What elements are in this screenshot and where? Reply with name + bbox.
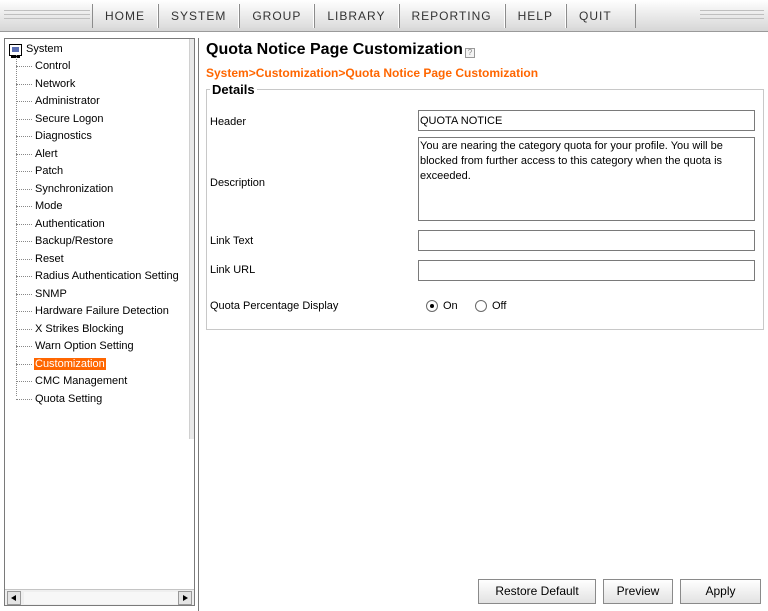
tree-item-cmc-management[interactable]: CMC Management [5, 373, 190, 391]
tree-item-warn-option-setting[interactable]: Warn Option Setting [5, 338, 190, 356]
scroll-left-arrow-icon[interactable] [7, 591, 21, 605]
tree-item-customization[interactable]: Customization [5, 356, 190, 374]
computer-icon [9, 43, 22, 58]
link-text-label: Link Text [210, 235, 254, 247]
tree-item-diagnostics[interactable]: Diagnostics [5, 128, 190, 146]
preview-button[interactable]: Preview [603, 579, 673, 604]
quota-display-on-radio[interactable] [426, 300, 438, 312]
quota-display-off-label: Off [492, 300, 507, 312]
description-textarea[interactable]: You are nearing the category quota for y… [418, 137, 755, 221]
quota-display-off-radio[interactable] [475, 300, 487, 312]
main-menu: HOME SYSTEM GROUP LIBRARY REPORTING HELP… [92, 4, 636, 28]
tree-item-mode[interactable]: Mode [5, 198, 190, 216]
scrollbar-thumb[interactable] [24, 592, 178, 604]
menu-help[interactable]: HELP [504, 4, 566, 28]
breadcrumb: System>Customization>Quota Notice Page C… [206, 66, 539, 80]
details-legend: Details [210, 82, 257, 97]
menubar-decoration-right [700, 10, 764, 22]
quota-display-label: Quota Percentage Display [210, 300, 339, 312]
tree-item-secure-logon[interactable]: Secure Logon [5, 111, 190, 129]
quota-display-off-option[interactable]: Off [475, 300, 506, 312]
scroll-right-arrow-icon[interactable] [178, 591, 192, 605]
quota-display-on-label: On [443, 300, 458, 312]
tree-item-control[interactable]: Control [5, 58, 190, 76]
menu-home[interactable]: HOME [92, 4, 158, 28]
tree-item-x-strikes-blocking[interactable]: X Strikes Blocking [5, 321, 190, 339]
tree-item-authentication[interactable]: Authentication [5, 216, 190, 234]
link-text-input[interactable] [418, 230, 755, 251]
restore-default-button[interactable]: Restore Default [478, 579, 596, 604]
menu-reporting[interactable]: REPORTING [398, 4, 505, 28]
page-title-wrap: Quota Notice Page Customization? [206, 41, 475, 59]
tree-item-synchronization[interactable]: Synchronization [5, 181, 190, 199]
header-input[interactable] [418, 110, 755, 131]
menubar-decoration-left [4, 10, 90, 22]
tree-vertical-scrollbar[interactable] [189, 39, 194, 439]
main-content: Quota Notice Page Customization? System>… [198, 38, 768, 611]
description-label: Description [210, 177, 266, 189]
link-url-input[interactable] [418, 260, 755, 281]
page-title: Quota Notice Page Customization [206, 41, 463, 58]
menu-group[interactable]: GROUP [239, 4, 315, 28]
menu-quit[interactable]: QUIT [565, 4, 636, 28]
tree-root-label: System [26, 43, 63, 55]
apply-button[interactable]: Apply [680, 579, 761, 604]
quota-display-on-option[interactable]: On [426, 300, 458, 312]
link-url-label: Link URL [210, 264, 256, 276]
menu-system[interactable]: SYSTEM [158, 4, 240, 28]
tree-root-system[interactable]: System [5, 41, 190, 58]
tree-horizontal-scrollbar[interactable] [5, 589, 194, 605]
help-icon[interactable]: ? [464, 48, 475, 58]
tree-item-quota-setting[interactable]: Quota Setting [5, 391, 190, 409]
tree-item-reset[interactable]: Reset [5, 251, 190, 269]
menu-library[interactable]: LIBRARY [314, 4, 399, 28]
tree-item-snmp[interactable]: SNMP [5, 286, 190, 304]
navigation-tree: System Control Network Administrator Sec… [5, 41, 190, 408]
tree-item-alert[interactable]: Alert [5, 146, 190, 164]
header-label: Header [210, 116, 247, 128]
tree-item-hardware-failure-detection[interactable]: Hardware Failure Detection [5, 303, 190, 321]
navigation-tree-panel: System Control Network Administrator Sec… [4, 38, 195, 606]
tree-item-administrator[interactable]: Administrator [5, 93, 190, 111]
tree-item-radius-authentication[interactable]: Radius Authentication Setting [5, 268, 190, 286]
top-menu-bar: HOME SYSTEM GROUP LIBRARY REPORTING HELP… [0, 0, 768, 32]
tree-item-backup-restore[interactable]: Backup/Restore [5, 233, 190, 251]
tree-item-network[interactable]: Network [5, 76, 190, 94]
tree-item-patch[interactable]: Patch [5, 163, 190, 181]
